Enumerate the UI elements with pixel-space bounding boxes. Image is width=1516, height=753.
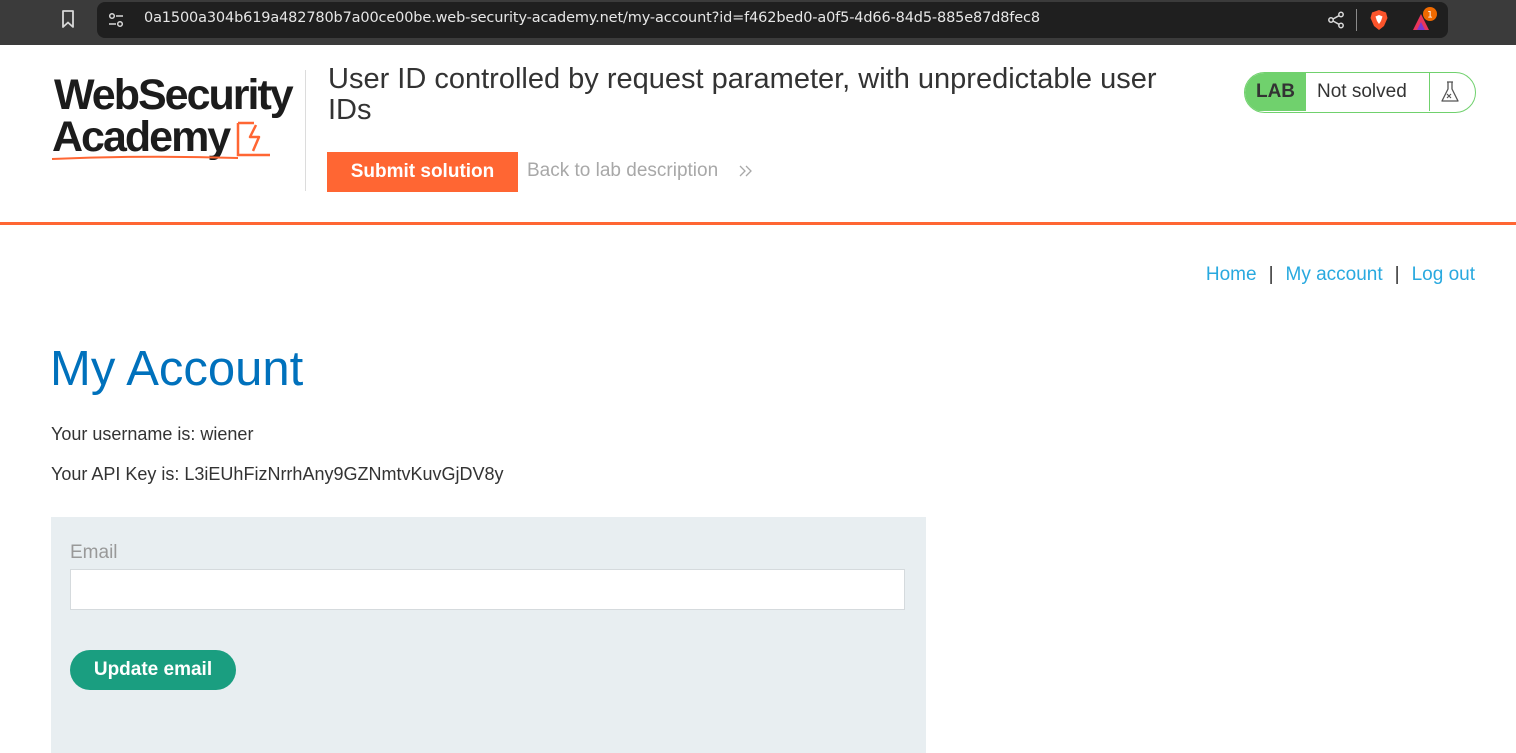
nav-separator: | xyxy=(1268,264,1274,285)
update-email-button[interactable]: Update email xyxy=(70,650,236,690)
email-input[interactable] xyxy=(70,569,905,610)
web-security-academy-logo[interactable]: WebSecurity Academy xyxy=(50,69,302,161)
header-divider xyxy=(305,70,306,191)
nav-separator: | xyxy=(1394,264,1400,285)
double-chevron-right-icon[interactable] xyxy=(738,163,754,179)
browser-toolbar: 0a1500a304b619a482780b7a00ce00be.web-sec… xyxy=(0,0,1516,45)
email-label: Email xyxy=(70,542,118,563)
nav-home-link[interactable]: Home xyxy=(1206,264,1257,285)
lab-header: WebSecurity Academy User ID controlled b… xyxy=(0,45,1516,223)
url-text[interactable]: 0a1500a304b619a482780b7a00ce00be.web-sec… xyxy=(144,10,1040,26)
logo-underline xyxy=(51,155,239,160)
site-info-icon[interactable] xyxy=(108,12,124,28)
header-orange-rule xyxy=(0,222,1516,225)
share-icon[interactable] xyxy=(1327,11,1345,29)
bookmark-icon[interactable] xyxy=(60,9,76,29)
lab-status-badge: LAB Not solved xyxy=(1244,72,1476,113)
rewards-count: 1 xyxy=(1427,11,1433,21)
top-navigation: Home | My account | Log out xyxy=(1206,264,1475,286)
address-bar[interactable]: 0a1500a304b619a482780b7a00ce00be.web-sec… xyxy=(97,2,1448,38)
submit-solution-button[interactable]: Submit solution xyxy=(327,152,518,192)
update-email-form: Email Update email xyxy=(51,517,926,753)
brave-shields-icon[interactable] xyxy=(1369,9,1389,31)
brave-rewards-icon[interactable]: 1 xyxy=(1410,6,1438,32)
flask-icon xyxy=(1441,81,1459,102)
lab-badge-label: LAB xyxy=(1245,73,1306,111)
api-key-text: Your API Key is: L3iEUhFizNrrhAny9GZNmtv… xyxy=(51,464,504,484)
lab-badge-divider xyxy=(1429,73,1430,111)
nav-log-out-link[interactable]: Log out xyxy=(1412,264,1475,285)
username-text: Your username is: wiener xyxy=(51,424,254,444)
back-to-lab-description-link[interactable]: Back to lab description xyxy=(527,160,718,182)
lab-status-text: Not solved xyxy=(1317,81,1407,102)
academy-lightning-icon xyxy=(236,121,270,157)
address-bar-divider xyxy=(1356,9,1357,31)
page-title: My Account xyxy=(50,342,304,396)
lab-title: User ID controlled by request parameter,… xyxy=(328,63,1157,126)
nav-my-account-link[interactable]: My account xyxy=(1286,264,1383,285)
